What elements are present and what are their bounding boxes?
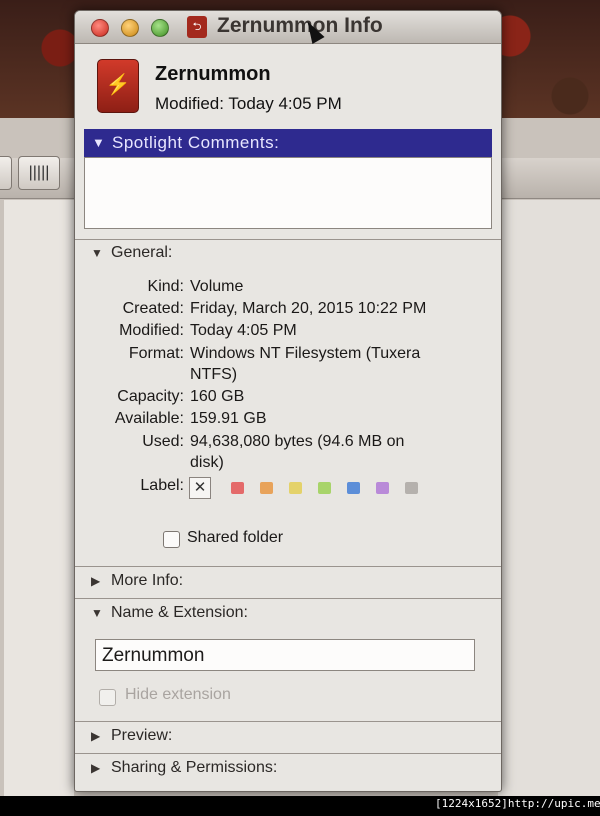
- field-value: NTFS): [190, 366, 238, 383]
- field-value: 94,638,080 bytes (94.6 MB on: [190, 433, 405, 450]
- label-key: Label:: [140, 477, 184, 494]
- divider: [75, 753, 501, 754]
- divider: [75, 598, 501, 599]
- spotlight-comments-field[interactable]: [84, 157, 492, 229]
- disclosure-triangle-open-icon[interactable]: ▼: [91, 246, 111, 260]
- field-value: Today 4:05 PM: [190, 322, 297, 339]
- hide-extension-checkbox[interactable]: [99, 689, 116, 706]
- divider: [75, 566, 501, 567]
- general-label: General:: [111, 244, 173, 261]
- label-color-swatch[interactable]: [405, 482, 418, 494]
- general-section-header[interactable]: ▼ General:: [91, 244, 172, 262]
- field-value: 160 GB: [190, 388, 245, 405]
- shared-folder-label: Shared folder: [187, 529, 284, 546]
- field-key: Kind:: [147, 278, 184, 295]
- label-color-swatch[interactable]: [260, 482, 273, 494]
- volume-name: Zernummon: [155, 63, 271, 85]
- label-none-button[interactable]: ✕: [189, 477, 211, 499]
- hide-extension-label: Hide extension: [125, 686, 231, 703]
- sharing-permissions-label: Sharing & Permissions:: [111, 759, 278, 776]
- shared-folder-checkbox[interactable]: [163, 531, 180, 548]
- background-content: [498, 200, 600, 796]
- name-input[interactable]: Zernummon: [95, 639, 475, 671]
- label-color-swatch[interactable]: [289, 482, 302, 494]
- divider: [75, 721, 501, 722]
- divider: [75, 239, 501, 240]
- field-value: Volume: [190, 278, 244, 295]
- more-info-label: More Info:: [111, 572, 184, 589]
- disclosure-triangle-closed-icon[interactable]: ▶: [91, 729, 111, 743]
- name-extension-label: Name & Extension:: [111, 604, 248, 621]
- field-value: disk): [190, 454, 224, 471]
- background-view-button: [0, 156, 12, 190]
- watermark: [1224x1652]http://upic.me/: [432, 797, 600, 810]
- close-button[interactable]: [91, 19, 109, 37]
- spotlight-comments-header[interactable]: ▼ Spotlight Comments:: [84, 129, 492, 157]
- disclosure-triangle-closed-icon[interactable]: ▶: [91, 574, 111, 588]
- sharing-permissions-section-header[interactable]: ▶ Sharing & Permissions:: [91, 759, 277, 777]
- usb-drive-icon: ⮌: [187, 16, 207, 38]
- field-value: 159.91 GB: [190, 410, 267, 427]
- label-color-swatch[interactable]: [376, 482, 389, 494]
- label-color-swatch[interactable]: [231, 482, 244, 494]
- preview-label: Preview:: [111, 727, 173, 744]
- zoom-button[interactable]: [151, 19, 169, 37]
- name-extension-section-header[interactable]: ▼ Name & Extension:: [91, 604, 248, 622]
- field-key: Used:: [142, 433, 184, 450]
- info-window: ⮌ Zernummon Info ⚡ Zernummon Modified: T…: [74, 10, 502, 792]
- more-info-section-header[interactable]: ▶ More Info:: [91, 572, 183, 590]
- window-title: Zernummon Info: [217, 14, 383, 37]
- field-key: Format:: [128, 345, 184, 362]
- minimize-button[interactable]: [121, 19, 139, 37]
- title-bar[interactable]: ⮌ Zernummon Info: [75, 11, 501, 44]
- label-color-swatch[interactable]: [347, 482, 360, 494]
- barcode-view-icon: |||||: [18, 156, 60, 190]
- disclosure-triangle-open-icon[interactable]: ▼: [92, 129, 105, 157]
- disclosure-triangle-closed-icon[interactable]: ▶: [91, 761, 111, 775]
- disclosure-triangle-open-icon[interactable]: ▼: [91, 606, 111, 620]
- field-key: Modified:: [119, 322, 184, 339]
- label-color-swatch[interactable]: [318, 482, 331, 494]
- field-key: Available:: [114, 410, 184, 427]
- field-key: Created:: [122, 300, 184, 317]
- field-key: Capacity:: [117, 388, 184, 405]
- background-sidebar: [4, 200, 74, 796]
- usb-drive-icon: ⚡: [97, 59, 139, 113]
- preview-section-header[interactable]: ▶ Preview:: [91, 727, 172, 745]
- spotlight-comments-label: Spotlight Comments:: [112, 133, 280, 152]
- modified-date: Modified: Today 4:05 PM: [155, 94, 342, 113]
- field-value: Friday, March 20, 2015 10:22 PM: [190, 300, 427, 317]
- field-value: Windows NT Filesystem (Tuxera: [190, 345, 421, 362]
